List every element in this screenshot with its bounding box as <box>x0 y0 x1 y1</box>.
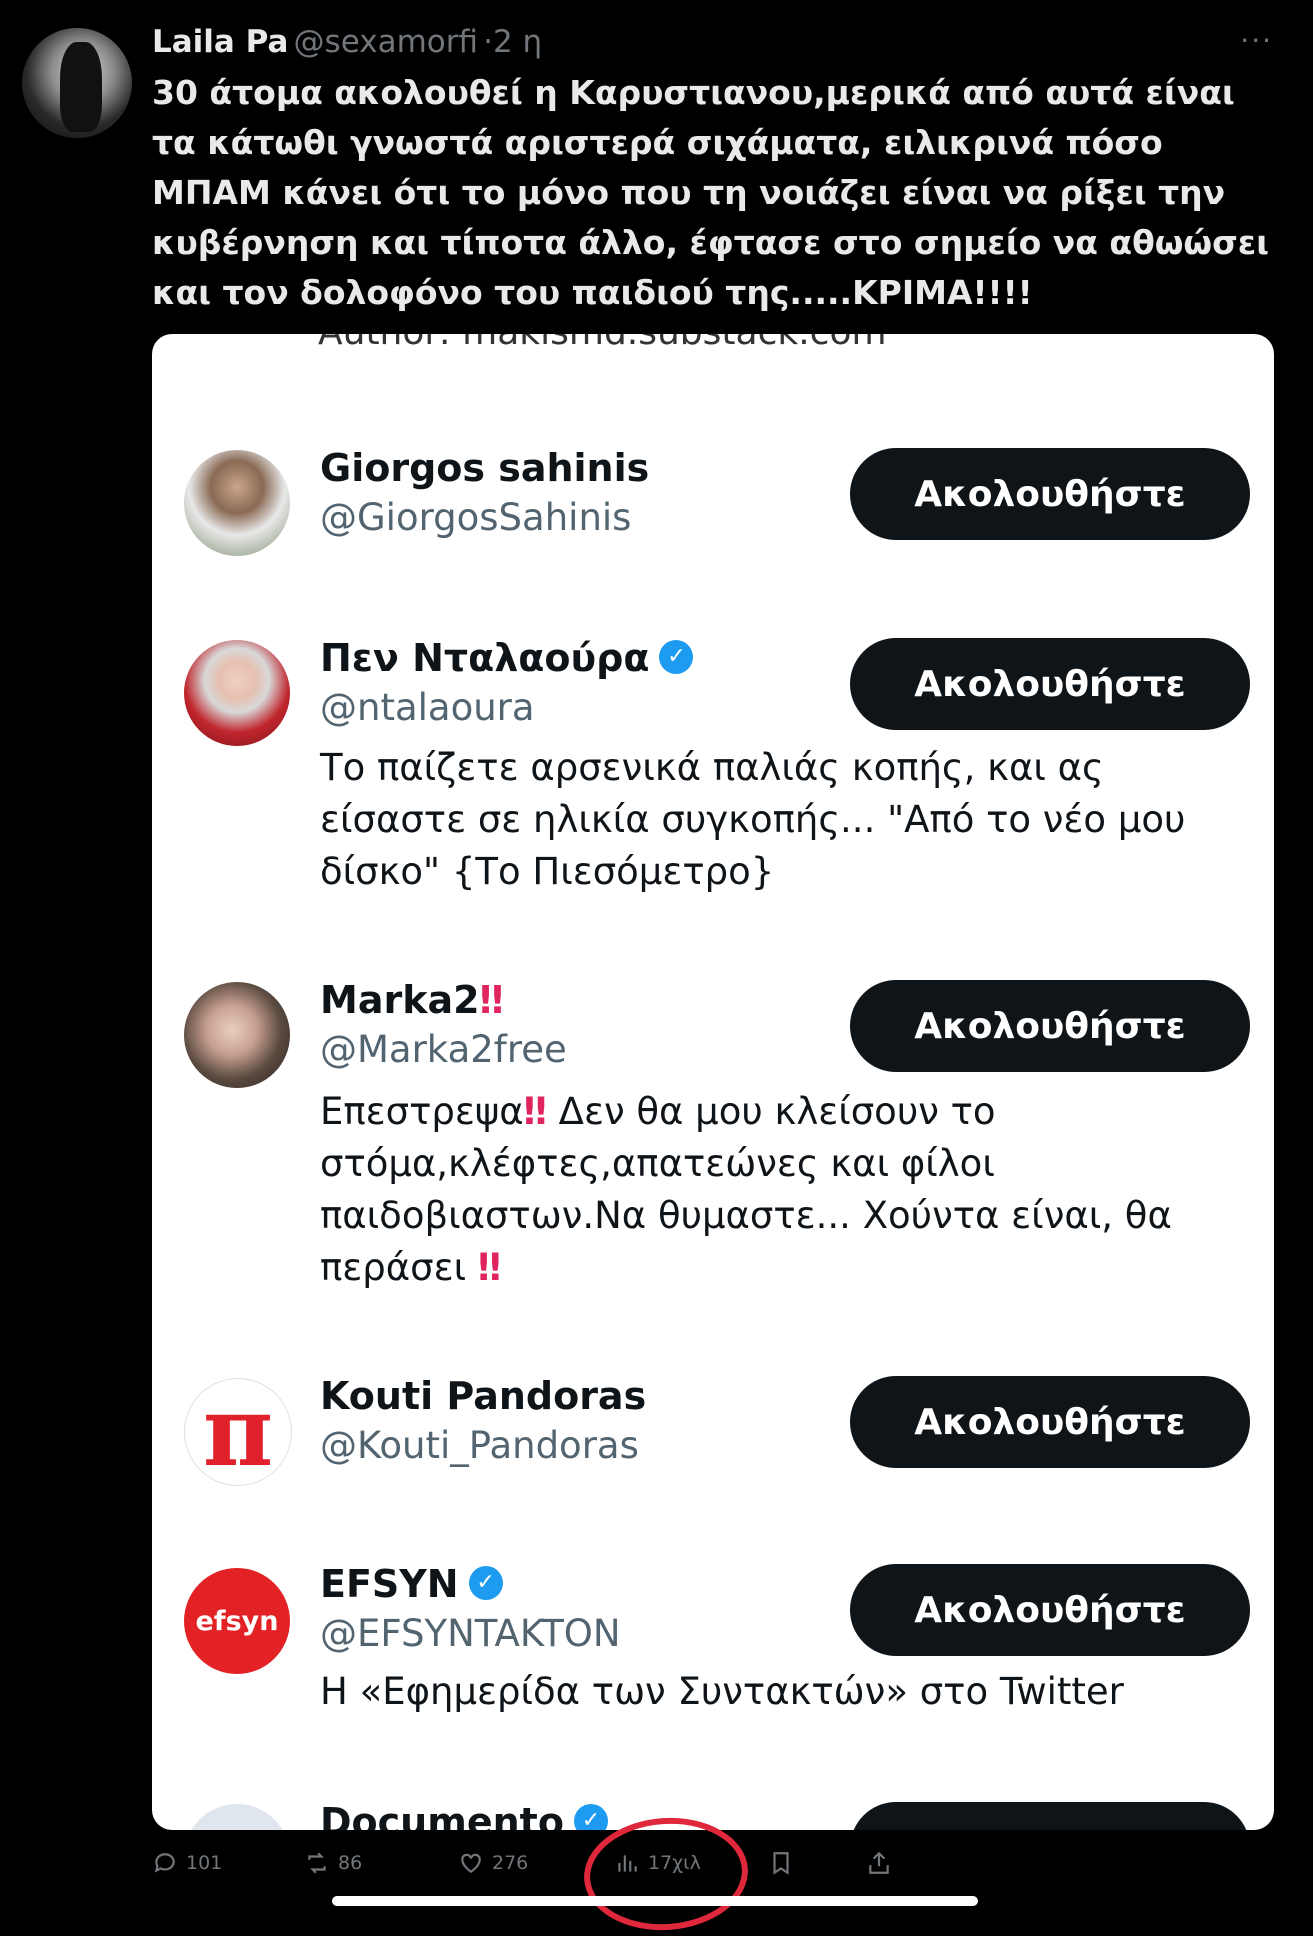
reply-icon <box>154 1853 175 1873</box>
reply-button[interactable]: 101 <box>152 1850 222 1876</box>
red-annotation-circle <box>580 1812 752 1936</box>
author-avatar[interactable] <box>22 28 132 138</box>
attached-image-card[interactable]: Author: makismd.substack.com Giorgos sah… <box>152 334 1274 1830</box>
separator: · <box>483 24 493 60</box>
heart-icon <box>461 1853 481 1873</box>
author-handle[interactable]: @sexamorfi <box>294 24 478 60</box>
user-handle: @EFSYNTAKTON <box>320 1612 621 1655</box>
pi-logo-icon: π <box>202 1378 274 1486</box>
user-bio: Το παίζετε αρσενικά παλιάς κοπής, και ας… <box>320 746 1186 893</box>
retweet-button[interactable]: 86 <box>304 1850 362 1876</box>
follow-button[interactable]: Ακολουθήστε <box>850 1376 1250 1468</box>
follow-button[interactable]: Ακολουθήστε <box>850 1802 1250 1830</box>
user-handle: @GiorgosSahinis <box>320 496 632 539</box>
avatar: π <box>184 1378 292 1486</box>
double-exclamation-emoji: ‼ <box>479 978 504 1022</box>
share-icon <box>869 1851 889 1874</box>
bookmark-button[interactable] <box>768 1850 794 1876</box>
verified-badge-icon: ✓ <box>573 1803 608 1830</box>
avatar <box>184 1804 290 1830</box>
avatar <box>184 450 290 556</box>
user-bio: Η «Εφημερίδα των Συντακτών» στο Twitter <box>320 1670 1124 1713</box>
home-indicator[interactable] <box>332 1896 978 1906</box>
share-button[interactable] <box>866 1850 892 1876</box>
verified-badge-icon: ✓ <box>659 639 694 674</box>
author-name[interactable]: Laila Pa <box>152 24 288 60</box>
avatar: efsyn <box>184 1568 290 1674</box>
efsyn-logo: efsyn <box>195 1605 279 1637</box>
follow-button[interactable]: Ακολουθήστε <box>850 1564 1250 1656</box>
tweet-header: Laila Pa @sexamorfi ·2 η ··· <box>152 24 1273 64</box>
tweet-time[interactable]: 2 η <box>493 24 542 60</box>
verified-badge-icon: ✓ <box>468 1565 503 1600</box>
tweet-text: 30 άτομα ακολουθεί η Καρυστιανου,μερικά … <box>152 73 1270 312</box>
avatar <box>184 640 290 746</box>
avatar <box>184 982 290 1088</box>
user-name: Documento ✓ <box>320 1800 608 1830</box>
user-handle: @ntalaoura <box>320 686 535 729</box>
retweet-count: 86 <box>338 1852 363 1874</box>
retweet-icon <box>308 1852 326 1874</box>
user-name: Marka2‼ <box>320 978 504 1022</box>
user-handle: @Marka2free <box>320 1028 567 1071</box>
like-count: 276 <box>492 1852 529 1874</box>
user-name: Kouti Pandoras <box>320 1374 647 1418</box>
user-name: Giorgos sahinis <box>320 446 650 490</box>
reply-count: 101 <box>186 1852 223 1874</box>
follow-button[interactable]: Ακολουθήστε <box>850 980 1250 1072</box>
user-name: EFSYN ✓ <box>320 1562 503 1606</box>
follow-button[interactable]: Ακολουθήστε <box>850 638 1250 730</box>
user-handle: @Kouti_Pandoras <box>320 1424 639 1467</box>
follow-button[interactable]: Ακολουθήστε <box>850 448 1250 540</box>
more-options-icon[interactable]: ··· <box>1240 24 1273 57</box>
cut-off-text: Author: makismd.substack.com <box>318 334 887 353</box>
bookmark-icon <box>773 1852 789 1875</box>
like-button[interactable]: 276 <box>458 1850 528 1876</box>
user-bio: Επεστρεψα‼ Δεν θα μου κλείσουν το στόμα,… <box>320 1090 1172 1289</box>
user-name: Πεν Νταλαούρα ✓ <box>320 636 694 680</box>
